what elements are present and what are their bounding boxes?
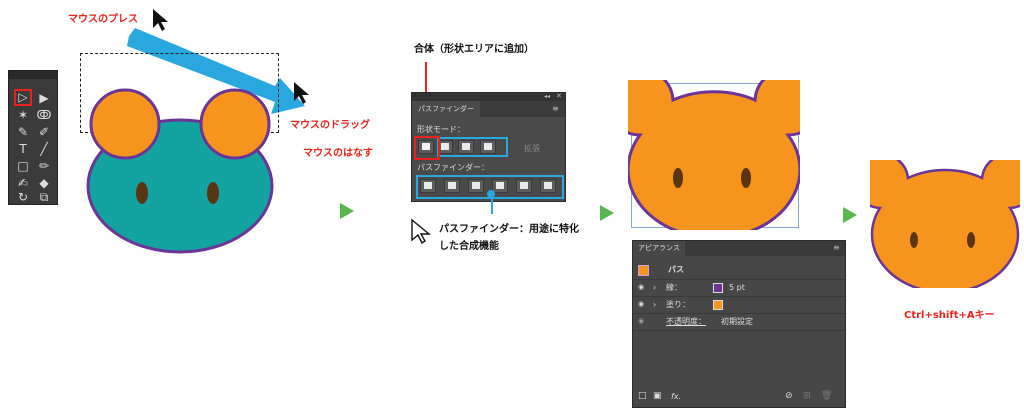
duplicate-item-icon[interactable]: ⊞ <box>803 391 811 401</box>
tools-panel-grip[interactable] <box>9 71 57 79</box>
pathfinder-desc-line1: パスファインダー：用途に特化 <box>439 224 579 235</box>
paintbrush-tool-icon[interactable]: ✏ <box>35 158 53 174</box>
mouse-press-label: マウスのプレス <box>68 14 138 25</box>
stroke-swatch[interactable] <box>713 283 723 293</box>
stroke-value[interactable]: 5 pt <box>729 279 745 296</box>
opacity-label[interactable]: 不透明度： <box>666 313 706 330</box>
appearance-panel: アピアランス ≡ パス ◉ › 線： 5 pt ◉ › 塗り： ◉ 不透明度： … <box>632 240 846 408</box>
panel-title-bar[interactable]: ◂◂ ✕ <box>412 92 565 101</box>
expand-chevron-icon[interactable]: › <box>653 296 656 313</box>
object-name: パス <box>668 265 684 274</box>
unite-highlight <box>414 136 440 160</box>
tab-pathfinder[interactable]: パスファインダー <box>412 101 480 117</box>
pen-tool-icon[interactable]: ✎ <box>14 124 32 140</box>
close-icon[interactable]: ✕ <box>556 92 562 100</box>
stroke-row[interactable]: ◉ › 線： 5 pt <box>633 279 845 296</box>
fill-row[interactable]: ◉ › 塗り： <box>633 296 845 313</box>
object-row[interactable]: パス <box>633 261 845 278</box>
fill-swatch[interactable] <box>713 300 723 310</box>
eye-icon[interactable]: ◉ <box>638 313 644 330</box>
fx-icon[interactable]: fx. <box>671 392 681 401</box>
mouse-drag-label: マウスのドラッグ <box>290 120 370 131</box>
magic-wand-tool-icon[interactable]: ✶ <box>14 107 32 123</box>
add-stroke-icon[interactable]: □ <box>638 391 647 401</box>
curvature-tool-icon[interactable]: ✐ <box>35 124 53 140</box>
delete-item-icon[interactable]: 🗑 <box>821 391 832 401</box>
merged-bear-artwork <box>628 80 800 230</box>
shape-modes-label: 形状モード： <box>417 125 465 134</box>
pathfinder-desc-line2: した合成機能 <box>439 241 499 252</box>
eye-icon[interactable]: ◉ <box>638 296 644 313</box>
unite-label: 合体（形状エリアに追加） <box>414 44 534 55</box>
rotate-tool-icon[interactable]: ↻ <box>14 189 32 205</box>
object-swatch <box>638 265 649 276</box>
scale-tool-icon[interactable]: ⧉ <box>35 189 53 205</box>
next-step-arrow-icon <box>600 205 614 221</box>
line-tool-icon[interactable]: ╱ <box>35 141 53 157</box>
panel-menu-icon[interactable]: ≡ <box>833 243 840 252</box>
eye-icon[interactable]: ◉ <box>638 279 644 296</box>
tools-panel: ▷ ▶ ✶ ↂ ✎ ✐ T ╱ □ ✏ ✍ ◆ ↻ ⧉ <box>8 70 58 205</box>
next-step-arrow-icon <box>340 203 354 219</box>
final-bear-artwork <box>870 160 1020 288</box>
opacity-value: 初期設定 <box>721 317 753 326</box>
selection-tool-icon[interactable]: ▷ <box>14 89 32 106</box>
opacity-row[interactable]: ◉ 不透明度： 初期設定 <box>633 313 845 330</box>
cursor-drag-icon <box>293 81 311 109</box>
panel-footer: □ ▣ fx. ⊘ ⊞ 🗑 <box>633 391 845 406</box>
cursor-outline-icon <box>410 218 432 248</box>
pathfinders-pointer-dot <box>487 190 495 198</box>
panel-menu-icon[interactable]: ≡ <box>552 104 559 113</box>
clear-appearance-icon[interactable]: ⊘ <box>785 391 793 401</box>
shortcut-label: Ctrl+shift+Aキー <box>904 310 995 321</box>
lasso-tool-icon[interactable]: ↂ <box>35 107 53 123</box>
expand-button[interactable]: 拡張 <box>524 143 540 154</box>
collapse-icon[interactable]: ◂◂ <box>544 93 550 100</box>
add-fill-icon[interactable]: ▣ <box>653 391 662 401</box>
next-step-arrow-icon <box>843 207 857 223</box>
direct-selection-tool-icon[interactable]: ▶ <box>35 90 53 106</box>
frog-artwork <box>86 88 274 254</box>
pathfinders-label: パスファインダー： <box>417 163 489 172</box>
fill-label[interactable]: 塗り： <box>666 296 690 313</box>
mouse-release-label: マウスのはなす <box>303 148 373 159</box>
stroke-label[interactable]: 線： <box>666 279 682 296</box>
tab-appearance[interactable]: アピアランス <box>633 241 685 256</box>
expand-chevron-icon[interactable]: › <box>653 279 656 296</box>
type-tool-icon[interactable]: T <box>14 141 32 157</box>
shape-modes-highlight <box>437 137 508 157</box>
rectangle-tool-icon[interactable]: □ <box>14 158 32 174</box>
